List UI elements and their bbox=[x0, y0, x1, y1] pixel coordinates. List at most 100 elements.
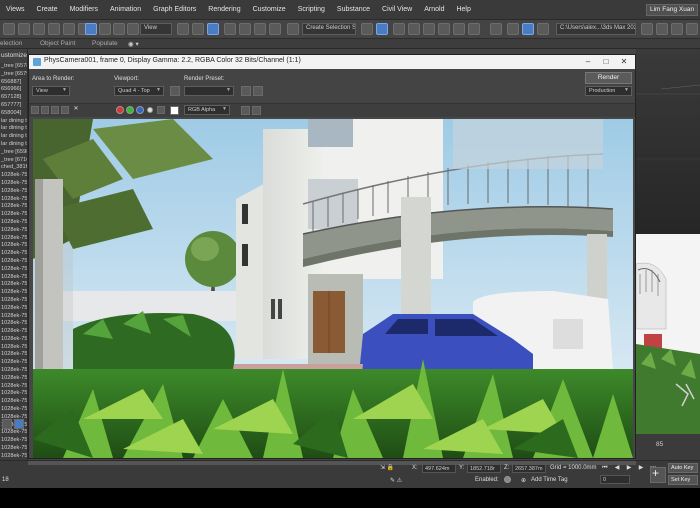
scene-object-item[interactable]: 1028ek-751 bbox=[0, 242, 27, 250]
scene-object-item[interactable]: 1028ek-751 bbox=[0, 235, 27, 243]
toggle-ribbon-icon[interactable] bbox=[423, 23, 435, 35]
scene-object-item[interactable]: 1028ek-751 bbox=[0, 453, 27, 460]
scene-object-item[interactable]: 1028ek-751 bbox=[0, 196, 27, 204]
more-tools-icon[interactable] bbox=[686, 23, 698, 35]
place-icon[interactable] bbox=[127, 23, 139, 35]
ribbon-tab-selection[interactable]: election bbox=[0, 40, 22, 47]
clone-window-icon[interactable] bbox=[51, 106, 59, 114]
sign-in-icon[interactable] bbox=[656, 23, 668, 35]
scene-object-item[interactable]: 1028ek-751 bbox=[0, 328, 27, 336]
scene-object-item[interactable]: 1028ek-751 bbox=[0, 398, 27, 406]
scene-object-item[interactable]: 1028ek-751 bbox=[0, 281, 27, 289]
scene-object-item[interactable]: 1028ek-751 bbox=[0, 437, 27, 445]
menu-item-graph-editors[interactable]: Graph Editors bbox=[147, 6, 202, 13]
scene-object-item[interactable]: _tree [659840 bbox=[0, 149, 27, 157]
green-channel-icon[interactable] bbox=[126, 106, 134, 114]
render-production-icon[interactable] bbox=[522, 23, 534, 35]
viewport-combo[interactable]: Quad 4 - Top ▼ bbox=[114, 86, 164, 96]
scene-object-item[interactable]: 1028ek-751 bbox=[0, 274, 27, 282]
reference-coord-combo[interactable]: View bbox=[140, 23, 172, 35]
transform-mode-icon[interactable]: ⇲ 🔒 bbox=[380, 464, 394, 471]
close-icon[interactable]: ✕ bbox=[617, 56, 631, 68]
percent-snap-icon[interactable] bbox=[254, 23, 266, 35]
select-move-icon[interactable] bbox=[85, 23, 97, 35]
curve-editor-icon[interactable] bbox=[438, 23, 450, 35]
bind-icon[interactable] bbox=[48, 23, 60, 35]
channel-display-combo[interactable]: RGB Alpha ▼ bbox=[184, 105, 230, 115]
named-selection-set-combo[interactable]: Create Selection Se bbox=[302, 23, 356, 35]
select-filter-icon[interactable] bbox=[63, 23, 75, 35]
material-editor-icon[interactable] bbox=[468, 23, 480, 35]
scene-object-item[interactable]: 1028ek-751 bbox=[0, 367, 27, 375]
scene-object-item[interactable]: 657128] bbox=[0, 94, 27, 102]
rb-icon[interactable] bbox=[376, 23, 388, 35]
scene-object-item[interactable]: ched_381fe bbox=[0, 164, 27, 172]
menu-item-civil-view[interactable]: Civil View bbox=[376, 6, 418, 13]
scene-object-item[interactable]: 1028ek-751 bbox=[0, 258, 27, 266]
menu-item-substance[interactable]: Substance bbox=[331, 6, 376, 13]
scene-object-item[interactable]: 1028ek-751 bbox=[0, 313, 27, 321]
scene-object-item[interactable]: 1028ek-751 bbox=[0, 305, 27, 313]
layer-explorer-icon[interactable] bbox=[408, 23, 420, 35]
render-iterative-icon[interactable] bbox=[537, 23, 549, 35]
scene-object-item[interactable]: lar dining tal bbox=[0, 133, 27, 141]
lock-viewport-icon[interactable] bbox=[170, 86, 180, 96]
previous-frame-icon[interactable]: ◀ bbox=[612, 464, 622, 473]
explorer-toggle-icon[interactable] bbox=[14, 419, 24, 429]
window-titlebar[interactable]: PhysCamera001, frame 0, Display Gamma: 2… bbox=[29, 55, 635, 69]
scene-object-item[interactable]: 1028ek-751 bbox=[0, 250, 27, 258]
angle-snap-icon[interactable] bbox=[239, 23, 251, 35]
scene-object-item[interactable]: 1028ek-751 bbox=[0, 429, 27, 437]
scene-object-item[interactable]: 1028ek-751 bbox=[0, 172, 27, 180]
scene-object-item[interactable]: 1028ek-751 bbox=[0, 219, 27, 227]
menu-item-rendering[interactable]: Rendering bbox=[202, 6, 246, 13]
toggle-ui-overlay-icon[interactable] bbox=[241, 106, 250, 115]
x-coordinate-field[interactable]: 497.624m bbox=[422, 464, 456, 473]
menu-item-views[interactable]: Views bbox=[0, 6, 31, 13]
scene-object-item[interactable]: 1028ek-751 bbox=[0, 266, 27, 274]
print-image-icon[interactable] bbox=[61, 106, 69, 114]
scene-object-item[interactable]: 1028ek-751 bbox=[0, 188, 27, 196]
enabled-toggle-icon[interactable] bbox=[504, 476, 511, 483]
scene-object-item[interactable]: 658004] bbox=[0, 110, 27, 118]
blue-channel-icon[interactable] bbox=[136, 106, 144, 114]
scene-object-item[interactable]: 1028ek-751 bbox=[0, 383, 27, 391]
menu-item-help[interactable]: Help bbox=[450, 6, 476, 13]
scene-object-item[interactable]: 1028ek-751 bbox=[0, 445, 27, 453]
menu-item-customize[interactable]: Customize bbox=[247, 6, 292, 13]
copy-image-icon[interactable] bbox=[41, 106, 49, 114]
scene-object-item[interactable]: _tree [671010 bbox=[0, 157, 27, 165]
scene-object-item[interactable]: 1028ek-751 bbox=[0, 297, 27, 305]
environment-effects-icon[interactable] bbox=[253, 86, 263, 96]
minimize-icon[interactable]: – bbox=[581, 56, 595, 68]
ribbon-tab-object-paint[interactable]: Object Paint bbox=[40, 40, 75, 47]
scene-object-item[interactable]: lar dining tal bbox=[0, 125, 27, 133]
select-manipulate-icon[interactable] bbox=[192, 23, 204, 35]
ribbon-tab-populate[interactable]: Populate bbox=[92, 40, 118, 47]
scene-object-item[interactable]: _tree [65785 bbox=[0, 63, 27, 71]
workspace-icon[interactable] bbox=[671, 23, 683, 35]
scene-object-item[interactable]: lar dining tal bbox=[0, 141, 27, 149]
scene-object-item[interactable]: 656887] bbox=[0, 79, 27, 87]
save-image-icon[interactable] bbox=[31, 106, 39, 114]
align-icon[interactable] bbox=[393, 23, 405, 35]
render-button[interactable]: Render bbox=[585, 72, 632, 84]
menu-item-create[interactable]: Create bbox=[31, 6, 64, 13]
scene-object-item[interactable]: 1028ek-751 bbox=[0, 203, 27, 211]
scene-object-item[interactable]: 1028ek-751 bbox=[0, 351, 27, 359]
scene-object-item[interactable]: 1028ek-751 bbox=[0, 227, 27, 235]
layer-icon[interactable] bbox=[2, 419, 12, 429]
scene-object-item[interactable]: 1028ek-751 bbox=[0, 344, 27, 352]
pivot-icon[interactable] bbox=[177, 23, 189, 35]
add-time-tag-icon[interactable]: ⊕ bbox=[521, 477, 526, 484]
snap-3d-icon[interactable] bbox=[224, 23, 236, 35]
scene-object-item[interactable]: lar dining tal bbox=[0, 118, 27, 126]
set-key-button[interactable]: Set Key bbox=[668, 475, 698, 485]
command-field[interactable] bbox=[420, 475, 460, 484]
scene-object-item[interactable]: 1028ek-751 bbox=[0, 390, 27, 398]
scene-object-item[interactable]: 1028ek-751 bbox=[0, 320, 27, 328]
scene-object-item[interactable]: 1028ek-751 bbox=[0, 211, 27, 219]
mirror-icon[interactable] bbox=[361, 23, 373, 35]
scene-object-item[interactable]: 657777] bbox=[0, 102, 27, 110]
link-icon[interactable] bbox=[18, 23, 30, 35]
